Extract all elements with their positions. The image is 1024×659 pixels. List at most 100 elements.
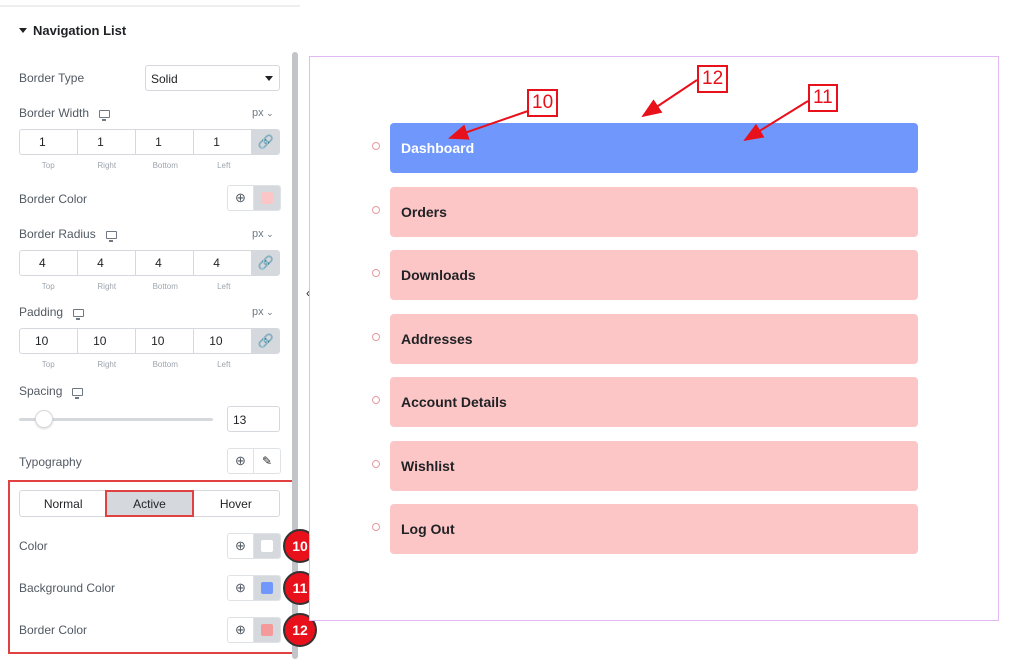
color-swatch xyxy=(261,192,273,204)
link-values-icon[interactable]: 🔗 xyxy=(252,329,279,353)
padding-top-input[interactable]: 10 xyxy=(20,329,79,353)
dim-label-bottom: Bottom xyxy=(152,161,178,170)
border-width-top-input[interactable]: 1 xyxy=(20,130,79,154)
nav-item-downloads[interactable]: Downloads xyxy=(390,250,918,300)
tab-normal[interactable]: Normal xyxy=(20,491,106,516)
border-radius-label: Border Radius xyxy=(19,227,117,242)
active-background-color-label: Background Color xyxy=(19,581,116,595)
spacing-slider-handle[interactable] xyxy=(35,410,53,428)
screen: Navigation List Border Type Solid Border… xyxy=(0,0,1024,659)
border-width-bottom-input[interactable]: 1 xyxy=(136,130,195,154)
caret-down-icon xyxy=(19,28,27,33)
active-border-color-label: Border Color xyxy=(19,623,88,637)
active-background-color-swatch-button[interactable] xyxy=(254,576,280,600)
active-color-swatch-button[interactable] xyxy=(254,534,280,558)
border-radius-text: Border Radius xyxy=(19,227,96,241)
spacing-input[interactable]: 13 xyxy=(227,406,280,432)
dim-label-bottom: Bottom xyxy=(152,360,178,369)
dim-label-top: Top xyxy=(41,161,55,170)
pencil-icon: ✎ xyxy=(261,454,273,468)
dim-label-left: Left xyxy=(217,161,231,170)
globe-icon[interactable]: ⊕ xyxy=(228,534,255,558)
spacing-label: Spacing xyxy=(19,384,84,399)
nav-item-addresses[interactable]: Addresses xyxy=(390,313,918,364)
globe-icon[interactable]: ⊕ xyxy=(228,449,255,473)
dim-label-right: Right xyxy=(97,360,117,369)
nav-row: Log Out xyxy=(370,504,918,554)
border-color-label: Border Color xyxy=(19,192,88,206)
border-width-label: Border Width xyxy=(19,106,111,121)
dim-label-top: Top xyxy=(41,282,55,291)
padding-left-input[interactable]: 10 xyxy=(194,329,253,353)
border-radius-unit-select[interactable]: px xyxy=(252,228,274,240)
border-radius-inputs: 4 4 4 4 🔗 xyxy=(19,250,280,276)
bullet-icon xyxy=(372,269,380,277)
nav-item-log-out[interactable]: Log Out xyxy=(390,504,918,554)
desktop-icon[interactable] xyxy=(73,309,85,320)
panel-scrollbar[interactable] xyxy=(292,52,298,659)
bullet-icon xyxy=(372,205,380,214)
nav-item-wishlist[interactable]: Wishlist xyxy=(390,440,918,491)
active-border-color-control: ⊕ xyxy=(227,617,281,643)
border-type-label: Border Type xyxy=(19,71,85,85)
globe-icon[interactable]: ⊕ xyxy=(228,618,255,642)
nav-row: Downloads xyxy=(370,250,918,300)
nav-row: Wishlist xyxy=(370,440,918,491)
annotation-label-10: 10 xyxy=(527,89,559,117)
desktop-icon[interactable] xyxy=(105,231,117,242)
tab-hover[interactable]: Hover xyxy=(193,491,279,516)
padding-right-input[interactable]: 10 xyxy=(78,329,137,353)
tab-active[interactable]: Active xyxy=(105,490,194,517)
state-tabs: Normal Active Hover xyxy=(19,490,280,517)
border-width-unit-select[interactable]: px xyxy=(252,107,274,119)
border-width-right-input[interactable]: 1 xyxy=(78,130,137,154)
section-title: Navigation List xyxy=(33,23,127,38)
nav-item-dashboard[interactable]: Dashboard xyxy=(390,123,918,173)
padding-unit-select[interactable]: px xyxy=(252,306,274,318)
typography-label: Typography xyxy=(19,455,82,469)
padding-bottom-input[interactable]: 10 xyxy=(136,329,195,353)
dim-label-left: Left xyxy=(217,360,231,369)
active-border-color-swatch-button[interactable] xyxy=(254,618,280,642)
active-background-color-control: ⊕ xyxy=(227,575,281,601)
divider xyxy=(0,5,300,7)
border-radius-left-input[interactable]: 4 xyxy=(194,251,253,275)
desktop-icon[interactable] xyxy=(99,110,111,121)
edit-typography-button[interactable]: ✎ xyxy=(254,449,280,473)
bullet-icon xyxy=(372,396,380,404)
dim-label-right: Right xyxy=(97,282,117,291)
nav-item-orders[interactable]: Orders xyxy=(390,186,918,237)
border-radius-dim-labels: Top Right Bottom Left xyxy=(19,282,253,291)
border-radius-right-input[interactable]: 4 xyxy=(78,251,137,275)
nav-row: Dashboard xyxy=(370,123,918,173)
spacing-text: Spacing xyxy=(19,384,63,398)
border-type-select[interactable]: Solid xyxy=(145,65,280,91)
annotation-label-11: 11 xyxy=(808,84,838,112)
bullet-icon xyxy=(372,459,380,468)
padding-text: Padding xyxy=(19,305,64,319)
nav-item-account-details[interactable]: Account Details xyxy=(390,377,918,427)
border-radius-bottom-input[interactable]: 4 xyxy=(136,251,195,275)
dropdown-arrow-icon xyxy=(265,76,273,81)
dim-label-top: Top xyxy=(41,360,55,369)
globe-icon[interactable]: ⊕ xyxy=(228,186,255,210)
border-color-swatch-button[interactable] xyxy=(254,186,280,210)
typography-control: ⊕ ✎ xyxy=(227,448,281,474)
border-radius-top-input[interactable]: 4 xyxy=(20,251,79,275)
link-values-icon[interactable]: 🔗 xyxy=(252,251,279,275)
color-swatch xyxy=(261,540,273,552)
settings-panel: Navigation List Border Type Solid Border… xyxy=(0,0,300,659)
desktop-icon[interactable] xyxy=(72,388,84,399)
color-swatch xyxy=(261,582,273,594)
globe-icon[interactable]: ⊕ xyxy=(228,576,255,600)
link-values-icon[interactable]: 🔗 xyxy=(252,130,279,154)
section-toggle-navigation-list[interactable]: Navigation List xyxy=(19,23,126,38)
annotation-label-12: 12 xyxy=(697,65,729,93)
border-type-value: Solid xyxy=(151,72,178,86)
color-swatch xyxy=(261,624,273,636)
border-width-left-input[interactable]: 1 xyxy=(194,130,253,154)
border-width-dim-labels: Top Right Bottom Left xyxy=(19,161,253,170)
bullet-icon xyxy=(372,142,380,150)
dim-label-left: Left xyxy=(217,282,231,291)
nav-row: Addresses xyxy=(370,313,918,364)
